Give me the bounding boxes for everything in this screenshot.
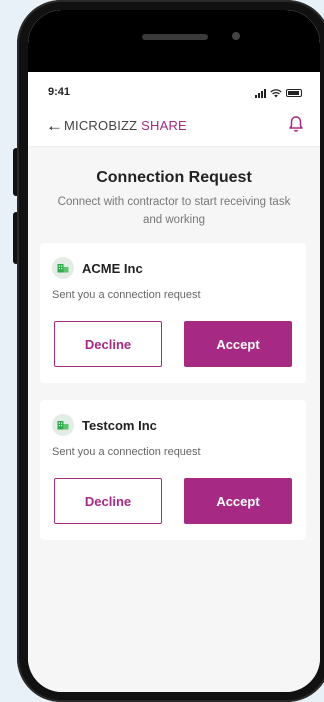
company-name: ACME Inc bbox=[82, 260, 143, 276]
camera bbox=[232, 32, 240, 40]
top-nav: ← MICROBIZZ SHARE bbox=[28, 112, 320, 142]
accept-button[interactable]: Accept bbox=[184, 321, 292, 367]
card-header: Testcom Inc bbox=[52, 414, 157, 436]
main-content: Connection Request Connect with contract… bbox=[28, 146, 320, 692]
status-time: 9:41 bbox=[48, 86, 71, 98]
bell-icon[interactable] bbox=[288, 115, 304, 133]
speaker bbox=[142, 34, 208, 40]
card-header: ACME Inc bbox=[52, 257, 143, 279]
phone-screen: 9:41 ← MICROBIZZ SHARE Connection Reques… bbox=[28, 10, 320, 692]
request-card: Testcom Inc Sent you a connection reques… bbox=[40, 400, 306, 540]
battery-icon bbox=[286, 89, 302, 97]
wifi-icon bbox=[270, 88, 282, 97]
request-card: ACME Inc Sent you a connection request D… bbox=[40, 243, 306, 383]
building-icon bbox=[52, 414, 74, 436]
decline-button[interactable]: Decline bbox=[54, 321, 162, 367]
notch bbox=[28, 10, 320, 72]
back-arrow-icon[interactable]: ← bbox=[46, 116, 63, 136]
brand-text-micro: MICROBIZZ bbox=[64, 118, 138, 133]
brand-logo: MICROBIZZ SHARE bbox=[64, 118, 187, 133]
building-icon bbox=[52, 257, 74, 279]
page-title: Connection Request bbox=[96, 169, 252, 186]
accept-button[interactable]: Accept bbox=[184, 478, 292, 524]
status-icons bbox=[255, 88, 302, 98]
signal-icon bbox=[255, 88, 266, 98]
decline-button[interactable]: Decline bbox=[54, 478, 162, 524]
request-message: Sent you a connection request bbox=[52, 289, 201, 301]
status-bar: 9:41 bbox=[28, 84, 320, 104]
page-subtitle: Connect with contractor to start receivi… bbox=[57, 196, 291, 226]
request-message: Sent you a connection request bbox=[52, 446, 201, 458]
company-name: Testcom Inc bbox=[82, 417, 157, 433]
brand-text-share: SHARE bbox=[141, 118, 187, 133]
